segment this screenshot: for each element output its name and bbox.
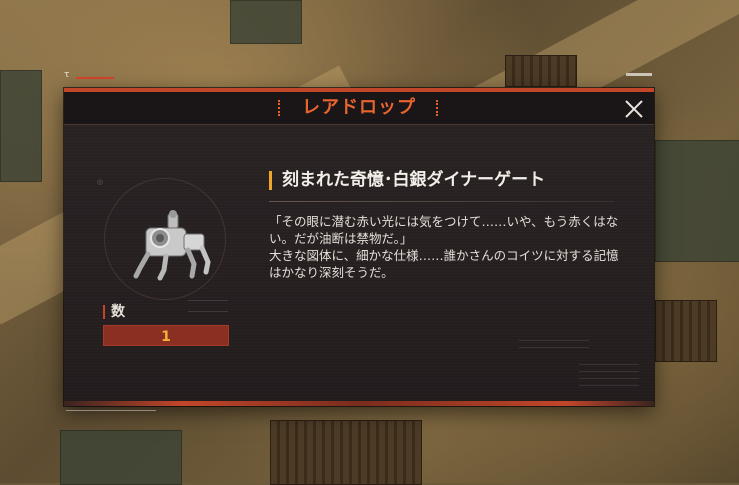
title-bracket-left [278,100,282,116]
concrete-block [655,140,739,262]
dialog-title: レアドロップ [302,97,416,118]
dialog-bottom-strip [64,401,654,406]
hud-marker [626,73,652,76]
hud-glyph: τ [64,70,70,80]
wooden-crate [655,300,717,362]
mech-robot-icon [133,210,211,281]
wooden-crate [505,55,577,87]
description-quote: 「その眼に潜む赤い光には気をつけて……いや、もう赤くはない。だが油断は禁物だ。」 [269,214,619,246]
wooden-crate [270,420,422,485]
close-button[interactable] [624,99,644,119]
dialog-title-wrap: レアドロップ [274,94,444,122]
item-image [126,204,216,284]
title-bracket-right [436,100,440,116]
description-body: 大きな図体に、細かな仕様……誰かさんのコイツに対する記憶はかなり深刻そうだ。 [269,248,619,280]
item-name: 刻まれた奇憶･白銀ダイナーゲート [282,170,546,190]
decor-code [519,340,589,348]
quantity-box: 1 [103,325,229,346]
rare-drop-dialog: レアドロップ ◎ 数 1 刻まれた奇憶･白銀ダイナーゲート 「その眼に潜む赤い光… [64,88,654,406]
concrete-block [230,0,302,44]
concrete-block [60,430,182,485]
close-icon [625,100,643,118]
decor-code [188,300,228,312]
hud-bottom-marker [66,410,156,417]
decor-code [579,378,639,386]
decor-code [579,364,639,372]
item-name-marker [269,171,272,190]
concrete-block [0,70,42,182]
quantity-value: 1 [161,329,171,345]
hud-indicator: τ [64,70,114,80]
dialog-header: レアドロップ [64,92,654,125]
quantity-label: 数 [111,304,125,320]
name-divider [269,201,614,202]
item-description: 「その眼に潜む赤い光には気をつけて……いや、もう赤くはない。だが油断は禁物だ。」… [269,213,625,281]
quantity-label-marker [103,305,105,319]
hud-health-bar [76,77,114,79]
decor-mark-icon: ◎ [97,178,104,186]
